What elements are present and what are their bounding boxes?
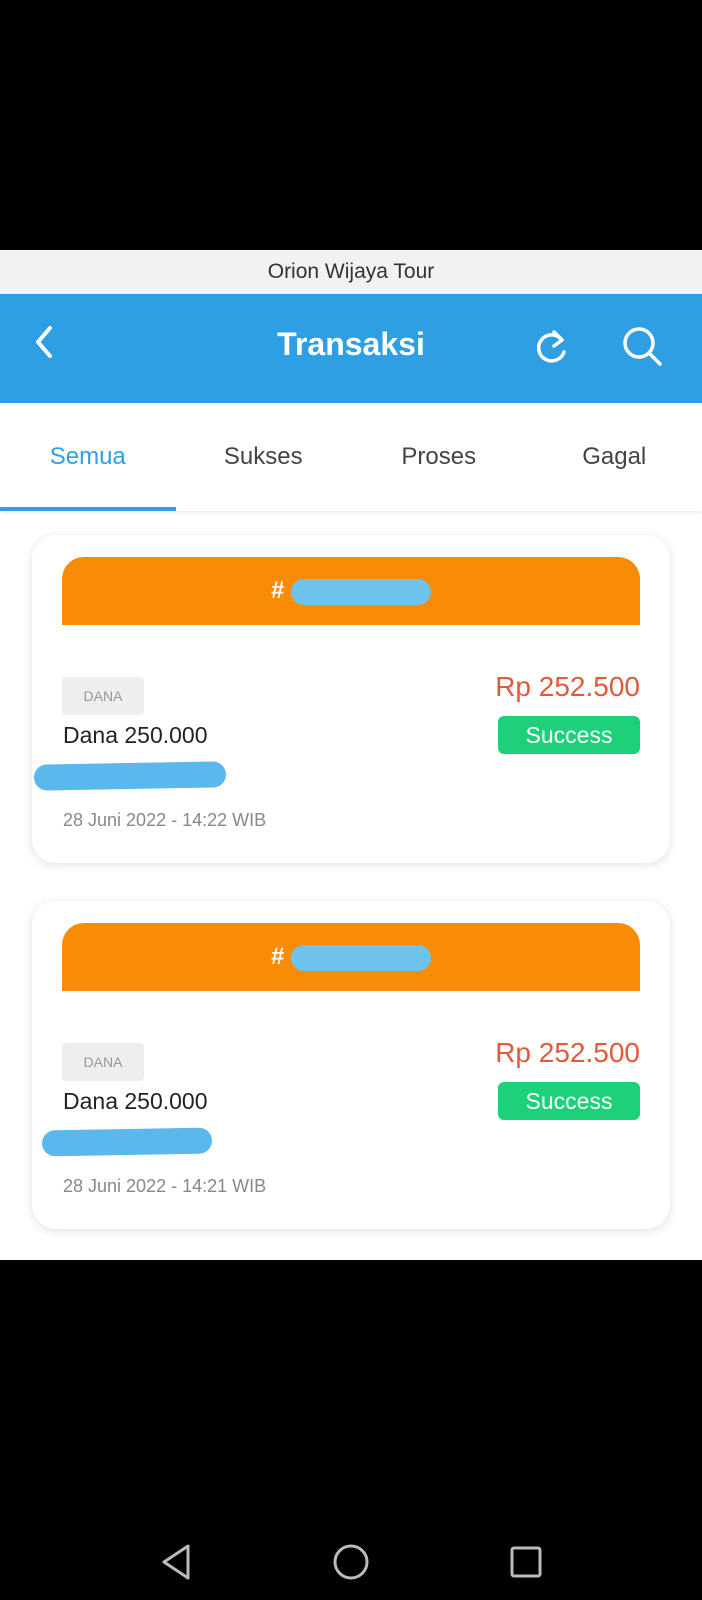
product-name: Dana 250.000 [63, 722, 208, 748]
tab-bar: Semua Sukses Proses Gagal [0, 403, 702, 511]
tab-proses[interactable]: Proses [351, 403, 527, 511]
search-button[interactable] [618, 322, 666, 370]
transaction-price: Rp 252.500 [495, 671, 640, 702]
transaction-id-prefix: # [270, 943, 285, 970]
status-badge: Success [498, 1082, 640, 1120]
transaction-card[interactable]: # DANA Dana 250.000 28 Juni 2022 - 14:21… [32, 901, 670, 1229]
status-badge: Success [498, 716, 640, 754]
status-bar-area [0, 0, 702, 250]
transaction-id-banner: # [62, 557, 640, 625]
tab-semua[interactable]: Semua [0, 403, 176, 511]
transaction-id: # [271, 577, 431, 605]
redaction-mark [290, 579, 431, 605]
transaction-date: 28 Juni 2022 - 14:21 WIB [63, 1176, 267, 1196]
transaction-id-prefix: # [270, 577, 285, 604]
refresh-button[interactable] [530, 322, 574, 370]
tab-gagal[interactable]: Gagal [527, 403, 702, 511]
system-navigation-bar [0, 1260, 702, 1600]
nav-back-button[interactable] [146, 1532, 206, 1592]
nav-recents-button[interactable] [496, 1532, 556, 1592]
app-name-bar: Orion Wijaya Tour [0, 250, 702, 294]
square-recents-icon [510, 1546, 542, 1578]
redaction-mark [41, 1127, 213, 1157]
header-bar: Transaksi [0, 294, 702, 403]
payment-method-badge: DANA [62, 677, 144, 715]
app-screen: Orion Wijaya Tour Transaksi Semua Sukses… [0, 250, 702, 1260]
page-title: Transaksi [277, 326, 425, 362]
tab-sukses[interactable]: Sukses [176, 403, 352, 511]
circle-home-icon [333, 1544, 369, 1580]
app-name: Orion Wijaya Tour [267, 260, 435, 283]
search-icon [623, 327, 662, 366]
redaction-mark [290, 945, 431, 971]
payment-method-badge: DANA [62, 1043, 144, 1081]
transaction-id-banner: # [62, 923, 640, 991]
transaction-price: Rp 252.500 [495, 1037, 640, 1068]
refresh-icon [536, 330, 566, 363]
redaction-mark [33, 761, 227, 791]
transaction-card[interactable]: # DANA Dana 250.000 28 Juni 2022 - 14:22… [32, 535, 670, 863]
transaction-id: # [271, 943, 431, 971]
transaction-date: 28 Juni 2022 - 14:22 WIB [63, 810, 267, 830]
nav-home-button[interactable] [321, 1532, 381, 1592]
triangle-back-icon [162, 1544, 190, 1580]
product-name: Dana 250.000 [63, 1088, 208, 1114]
